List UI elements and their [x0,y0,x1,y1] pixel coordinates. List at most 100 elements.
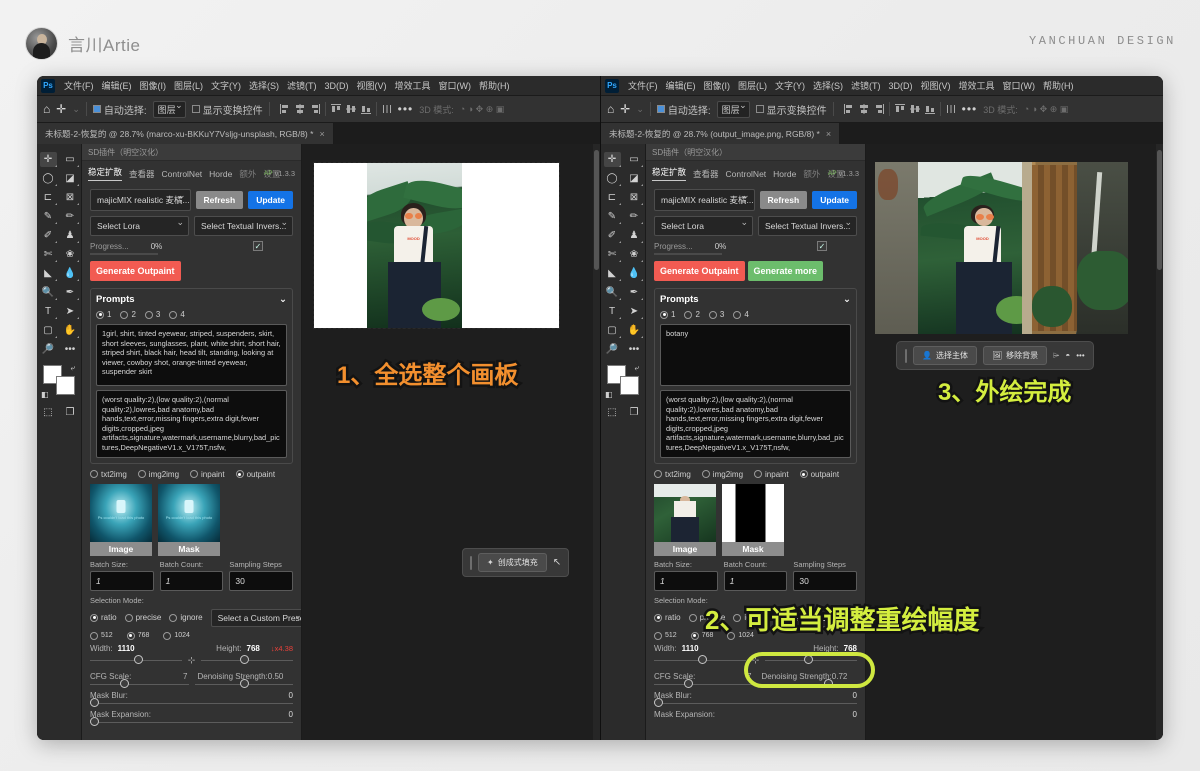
cursor-icon[interactable]: ↖ [553,557,561,568]
menu-item-view[interactable]: 视图(V) [353,79,391,92]
history-brush-tool[interactable]: ❀ [626,247,643,262]
edit-toolbar-icon[interactable]: ••• [626,342,643,357]
object-selection-tool[interactable]: ◪ [626,171,643,186]
hand-tool[interactable]: ✋ [626,323,643,338]
batch-count-input[interactable]: 1 [724,571,788,591]
sd-tab-stable-diffusion[interactable]: 稳定扩散 [652,166,686,181]
blur-tool[interactable]: 💧 [626,266,643,281]
align-top-icon[interactable] [331,104,341,114]
mask-blur-slider[interactable] [654,703,857,704]
sd-tab-horde[interactable]: Horde [209,169,232,179]
prompt-slot-4[interactable]: 4 [169,310,184,319]
refresh-button[interactable]: Refresh [760,191,808,209]
selmode-precise[interactable]: precise [125,613,162,622]
menu-item-image[interactable]: 图像(I) [136,79,171,92]
scrollbar-thumb[interactable] [594,150,599,270]
canvas-area-left[interactable]: MOOD ✦ 创成式填充 ↖ [302,144,600,740]
sampling-steps-input[interactable]: 30 [229,571,293,591]
move-tool-icon[interactable]: ✛ [620,102,630,116]
document-tab[interactable]: 未标题-2-恢复的 @ 28.7% (output_image.png, RGB… [601,123,840,144]
textual-inversion-select[interactable]: Select Textual Invers... [194,216,293,236]
gradient-tool[interactable]: ◣ [604,266,621,281]
zoom-tool[interactable]: 🔎 [40,342,57,357]
image-thumb-block[interactable]: Ps couldn't load this photo Image [90,484,152,556]
menu-item-layer[interactable]: 图层(L) [170,79,207,92]
frame-tool[interactable]: ⊠ [62,190,79,205]
width-value[interactable]: 1110 [118,644,135,653]
align-right-icon[interactable] [310,104,320,114]
prompt-slot-3[interactable]: 3 [709,310,724,319]
zoom-tool[interactable]: 🔎 [604,342,621,357]
brush-tool[interactable]: ✐ [40,228,57,243]
more-options-icon[interactable]: ••• [962,102,978,116]
prompt-slot-1[interactable]: 1 [660,310,675,319]
more-options-icon[interactable]: ••• [398,102,414,116]
image-thumbnail[interactable]: Ps couldn't load this photo [90,484,152,542]
menu-item-window[interactable]: 窗口(W) [435,79,476,92]
edit-toolbar-icon[interactable]: ••• [62,342,79,357]
image-thumbnail[interactable] [654,484,716,542]
refresh-button[interactable]: Refresh [196,191,244,209]
rectangle-tool[interactable]: ▢ [40,323,57,338]
progress-checkbox[interactable]: ✓ [817,241,827,251]
show-transform-option[interactable]: 显示变换控件 [192,102,263,117]
auto-select-checkbox[interactable] [657,105,665,113]
lasso-tool[interactable]: ◯ [40,171,57,186]
selmode-ratio[interactable]: ratio [654,613,681,622]
menu-item-edit[interactable]: 编辑(E) [662,79,700,92]
screen-mode-icon[interactable]: ❐ [62,405,79,420]
remove-background-button[interactable]: 🖼 移除背景 [983,346,1047,365]
slider-knob[interactable] [90,698,99,707]
align-bottom-icon[interactable] [361,104,371,114]
mode-txt2img[interactable]: txt2img [654,470,691,479]
align-left-icon[interactable] [280,104,290,114]
drag-handle[interactable] [905,349,907,363]
sd-tab-viewer[interactable]: 查看器 [693,168,719,180]
sd-tab-stable-diffusion[interactable]: 稳定扩散 [88,166,122,181]
frame-tool[interactable]: ⊠ [626,190,643,205]
swap-colors-icon[interactable]: ⤶ [71,363,75,373]
mask-thumbnail[interactable]: Ps couldn't load this photo [158,484,220,542]
auto-select-checkbox[interactable] [93,105,101,113]
cfg-slider[interactable] [90,684,189,685]
menu-item-image[interactable]: 图像(I) [700,79,735,92]
slider-knob[interactable] [698,655,707,664]
distribute-icon[interactable] [946,104,956,114]
default-colors-icon[interactable]: ◧ [41,390,49,399]
textual-inversion-select[interactable]: Select Textual Invers... [758,216,857,236]
show-transform-option[interactable]: 显示变换控件 [756,102,827,117]
background-color-swatch[interactable] [56,376,75,395]
generative-fill-toolbar[interactable]: ✦ 创成式填充 ↖ [462,548,569,577]
model-select[interactable]: majicMIX realistic 麦橘... [654,189,755,211]
menu-item-help[interactable]: 帮助(H) [1039,79,1078,92]
resolution-768[interactable]: 768 [127,632,150,640]
move-tool-icon[interactable]: ✛ [56,102,66,116]
canvas-vertical-scrollbar[interactable] [1156,144,1163,740]
screen-mode-icon[interactable]: ❐ [626,405,643,420]
slider-knob[interactable] [120,679,129,688]
eyedropper-tool[interactable]: ✎ [40,209,57,224]
menu-item-filter[interactable]: 滤镜(T) [847,79,885,92]
canvas-area-right[interactable]: MOOD [866,144,1163,740]
menu-item-select[interactable]: 选择(S) [809,79,847,92]
more-icon[interactable]: ••• [1076,351,1084,360]
lasso-tool[interactable]: ◯ [604,171,621,186]
positive-prompt-textarea[interactable]: botany [660,324,851,386]
mode-outpaint[interactable]: outpaint [800,470,839,479]
mode3d-icons[interactable]: ◔ ◑ ✥ ⊕ ▣ [460,104,504,115]
layer-scope-select[interactable]: 图层 [717,101,750,118]
mode-img2img[interactable]: img2img [702,470,743,479]
eraser-tool[interactable]: ✄ [604,247,621,262]
mode-inpaint[interactable]: inpaint [190,470,225,479]
mode-img2img[interactable]: img2img [138,470,179,479]
distribute-icon[interactable] [382,104,392,114]
custom-preset-select[interactable]: Select a Custom Preset [211,609,302,627]
align-left-icon[interactable] [844,104,854,114]
menu-item-edit[interactable]: 编辑(E) [98,79,136,92]
height-slider[interactable] [201,660,293,661]
align-center-horizontal-icon[interactable] [295,104,305,114]
menu-item-type[interactable]: 文字(Y) [771,79,809,92]
clone-stamp-tool[interactable]: ♟ [62,228,79,243]
menu-item-3d[interactable]: 3D(D) [885,81,917,91]
color-swatches[interactable]: ⤶ ◧ [607,365,639,395]
